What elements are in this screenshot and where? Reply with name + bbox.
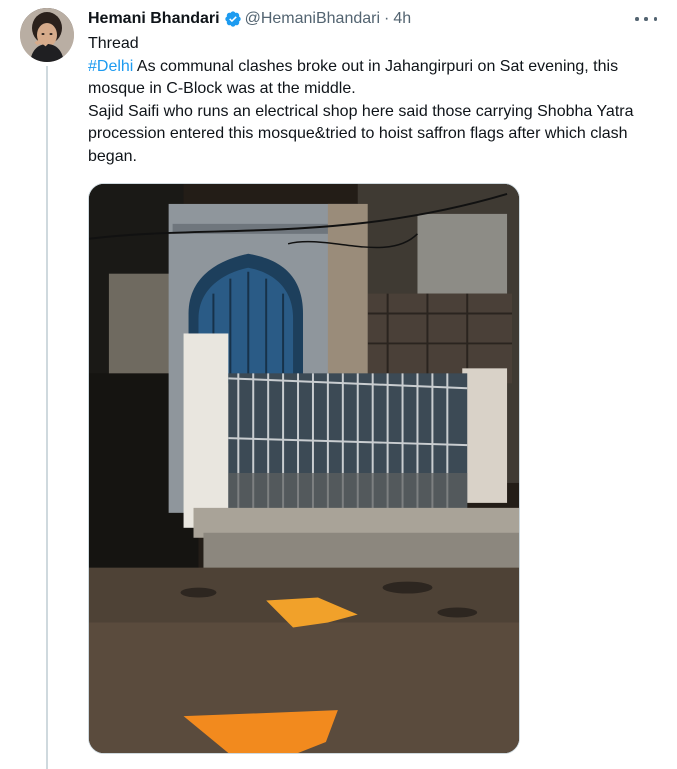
timestamp[interactable]: 4h <box>393 10 411 28</box>
author-handle[interactable]: @HemaniBhandari <box>245 10 380 28</box>
avatar[interactable] <box>20 8 74 62</box>
thread-line <box>46 66 48 769</box>
more-horizontal-icon[interactable] <box>635 12 657 26</box>
tweet[interactable]: Hemani Bhandari @HemaniBhandari · 4h Thr… <box>0 0 677 769</box>
tweet-header: Hemani Bhandari @HemaniBhandari · 4h <box>88 8 411 30</box>
separator-dot: · <box>384 10 390 27</box>
thread-label: Thread <box>88 35 139 52</box>
author-name[interactable]: Hemani Bhandari <box>88 10 220 28</box>
verified-badge-icon <box>224 10 242 28</box>
tweet-line-1: As communal clashes broke out in Jahangi… <box>88 57 619 98</box>
tweet-paragraph-1: #Delhi As communal clashes broke out in … <box>88 56 658 101</box>
tweet-photo[interactable] <box>88 183 520 754</box>
tweet-text: Thread #Delhi As communal clashes broke … <box>88 33 658 168</box>
hashtag-link[interactable]: #Delhi <box>88 58 133 75</box>
tweet-paragraph-2: Sajid Saifi who runs an electrical shop … <box>88 102 634 165</box>
